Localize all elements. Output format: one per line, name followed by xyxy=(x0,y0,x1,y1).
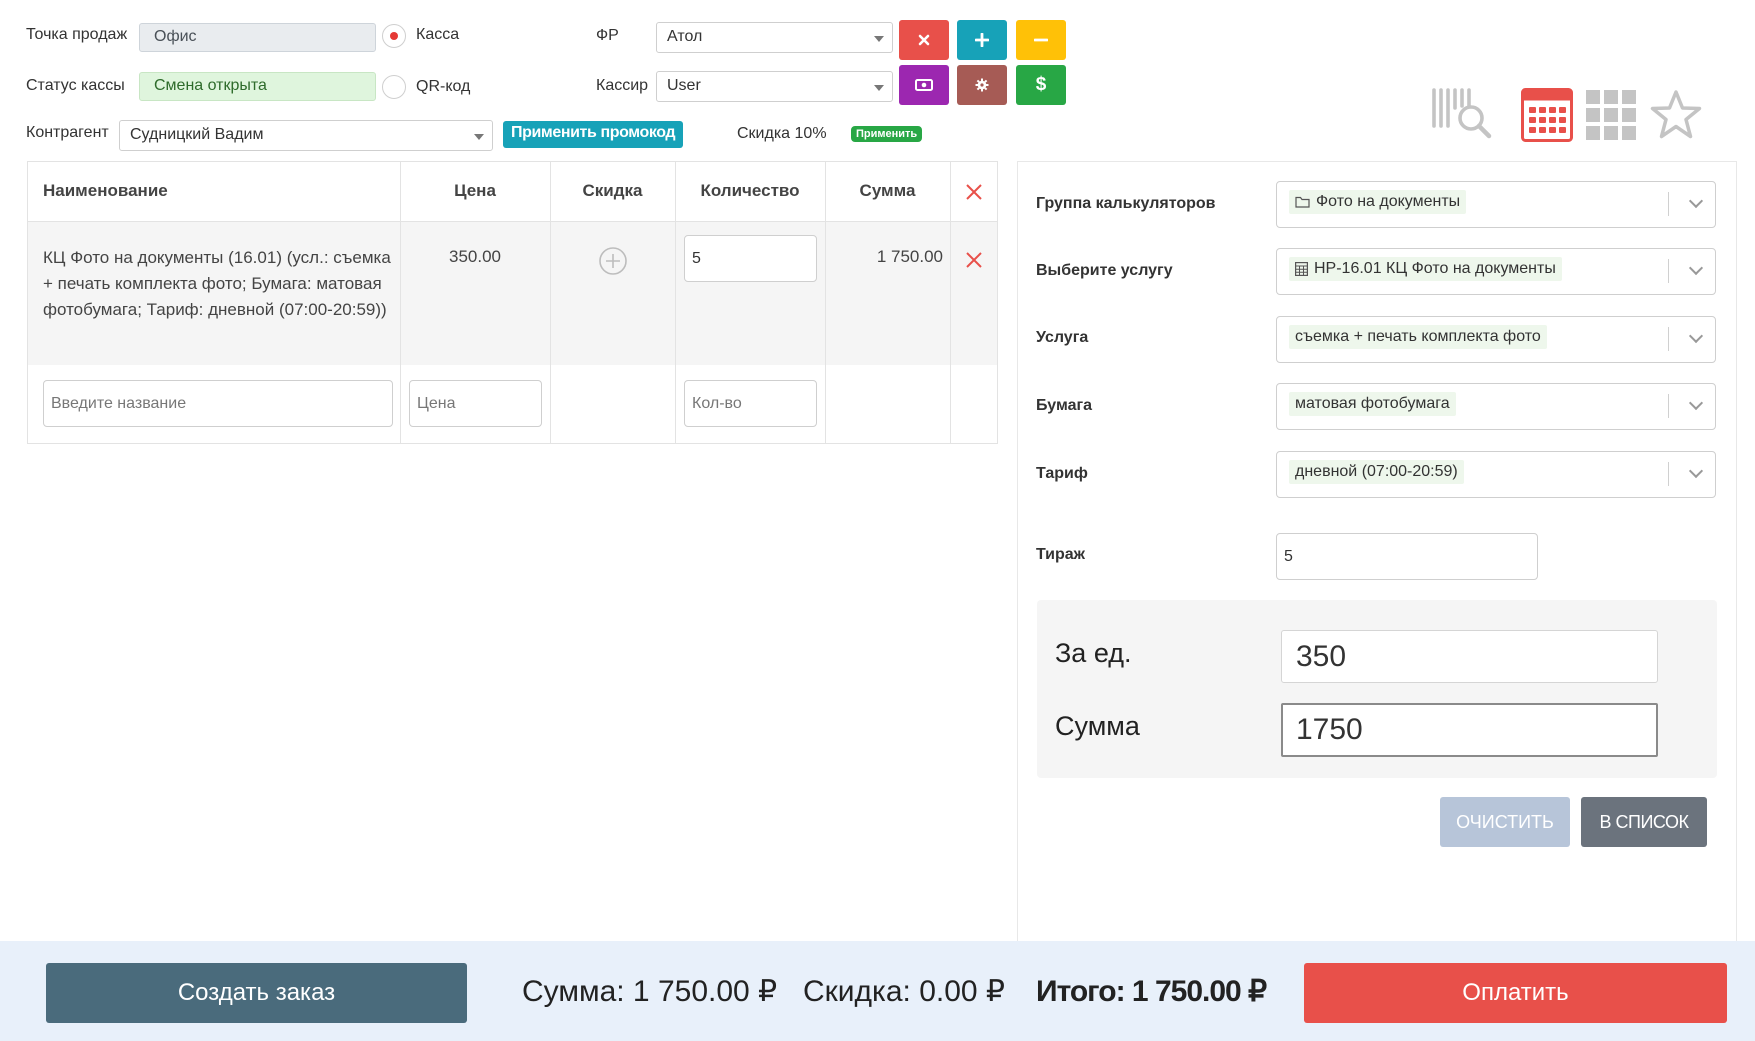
radio-cash-label: Касса xyxy=(416,26,460,43)
counterparty-select[interactable]: Судницкий Вадим xyxy=(119,120,493,151)
remove-button[interactable] xyxy=(1016,20,1066,60)
row-quantity-input[interactable]: 5 xyxy=(684,235,817,282)
group-value: Фото на документы xyxy=(1316,193,1461,210)
total-sum-value: 1750 xyxy=(1281,703,1658,757)
add-to-list-button[interactable]: В СПИСОК xyxy=(1581,797,1707,847)
calculator-icon[interactable] xyxy=(1521,88,1573,142)
chevron-down-icon xyxy=(874,85,884,91)
fr-select-value: Атол xyxy=(667,28,703,45)
apply-discount-badge[interactable]: Применить xyxy=(851,126,923,142)
total-sum-label: Сумма xyxy=(1055,711,1140,741)
per-unit-label: За ед. xyxy=(1055,638,1132,668)
header-sum: Сумма xyxy=(859,181,916,200)
row-item-price: 350.00 xyxy=(449,247,501,266)
counterparty-label: Контрагент xyxy=(26,124,109,141)
service-chip: НР-16.01 КЦ Фото на документы xyxy=(1289,257,1562,281)
cashier-select-value: User xyxy=(667,77,701,94)
group-select[interactable]: Фото на документы xyxy=(1276,181,1716,228)
payment-button[interactable]: $ xyxy=(1016,65,1066,105)
calculator-small-icon xyxy=(1295,262,1308,276)
new-item-price-input[interactable]: Цена xyxy=(409,380,542,427)
header-name: Наименование xyxy=(43,181,168,200)
apply-promo-button[interactable]: Применить промокод xyxy=(503,121,684,148)
close-fr-button[interactable] xyxy=(899,20,949,60)
fr-label: ФР xyxy=(596,27,619,44)
radio-cash[interactable] xyxy=(382,24,406,48)
clear-button[interactable]: ОЧИСТИТЬ xyxy=(1440,797,1570,847)
circulation-label: Тираж xyxy=(1036,546,1086,563)
paper-chip: матовая фотобумага xyxy=(1289,392,1456,416)
minus-icon xyxy=(1034,38,1048,42)
tariff-label: Тариф xyxy=(1036,465,1088,482)
plus-icon xyxy=(975,33,989,47)
discount-text: Скидка 10% xyxy=(737,125,827,142)
counterparty-select-value: Судницкий Вадим xyxy=(130,126,264,143)
footer-sum: Сумма: 1 750.00 ₽ xyxy=(522,975,778,1008)
usluga-value: съемка + печать комплекта фото xyxy=(1295,328,1541,345)
pay-button[interactable]: Оплатить xyxy=(1304,963,1727,1023)
usluga-chip: съемка + печать комплекта фото xyxy=(1289,325,1547,349)
cash-status-badge: Смена открыта xyxy=(139,72,376,101)
cashier-label: Кассир xyxy=(596,77,649,94)
cash-status-label: Статус кассы xyxy=(26,77,125,94)
header-discount: Скидка xyxy=(582,181,643,200)
tariff-select[interactable]: дневной (07:00-20:59) xyxy=(1276,451,1716,498)
add-discount-icon[interactable] xyxy=(598,246,628,276)
chevron-down-icon xyxy=(874,36,884,42)
chevron-down-icon xyxy=(1688,260,1704,276)
star-icon[interactable] xyxy=(1649,89,1703,141)
money-icon xyxy=(915,79,933,91)
point-of-sale-label: Точка продаж xyxy=(26,26,128,43)
barcode-search-icon[interactable] xyxy=(1431,86,1497,144)
chevron-down-icon xyxy=(1688,328,1704,344)
footer-discount: Скидка: 0.00 ₽ xyxy=(803,975,1006,1008)
close-icon xyxy=(918,34,930,46)
new-item-name-input[interactable]: Введите название xyxy=(43,380,393,427)
service-select[interactable]: НР-16.01 КЦ Фото на документы xyxy=(1276,248,1716,295)
circulation-input[interactable]: 5 xyxy=(1276,533,1538,580)
radio-qr-label: QR-код xyxy=(416,78,471,95)
service-value: НР-16.01 КЦ Фото на документы xyxy=(1314,260,1556,277)
chevron-down-icon xyxy=(1688,193,1704,209)
point-of-sale-field: Офис xyxy=(139,23,376,52)
paper-value: матовая фотобумага xyxy=(1295,395,1450,412)
delete-row-icon[interactable] xyxy=(965,251,983,269)
group-label: Группа калькуляторов xyxy=(1036,195,1216,212)
paper-select[interactable]: матовая фотобумага xyxy=(1276,383,1716,430)
cashier-select[interactable]: User xyxy=(656,71,893,102)
chevron-down-icon xyxy=(474,134,484,140)
usluga-label: Услуга xyxy=(1036,329,1089,346)
row-item-name: КЦ Фото на документы (16.01) (усл.: съем… xyxy=(43,248,391,319)
dollar-icon: $ xyxy=(1035,74,1047,95)
new-item-qty-input[interactable]: Кол-во xyxy=(684,380,817,427)
footer-total: Итого: 1 750.00 ₽ xyxy=(1036,975,1267,1008)
add-button[interactable] xyxy=(957,20,1007,60)
fr-select[interactable]: Атол xyxy=(656,22,893,53)
service-label: Выберите услугу xyxy=(1036,262,1173,279)
per-unit-value: 350 xyxy=(1281,630,1658,683)
radio-qr[interactable] xyxy=(382,75,406,99)
header-price: Цена xyxy=(454,181,496,200)
settings-button[interactable] xyxy=(957,65,1007,105)
grid-icon[interactable] xyxy=(1586,90,1638,140)
chevron-down-icon xyxy=(1688,463,1704,479)
gear-icon xyxy=(975,78,989,92)
header-quantity: Количество xyxy=(700,181,800,200)
tariff-value: дневной (07:00-20:59) xyxy=(1295,463,1458,480)
cash-in-button[interactable] xyxy=(899,65,949,105)
chevron-down-icon xyxy=(1688,395,1704,411)
row-item-sum: 1 750.00 xyxy=(876,247,943,266)
paper-label: Бумага xyxy=(1036,397,1093,414)
usluga-select[interactable]: съемка + печать комплекта фото xyxy=(1276,316,1716,363)
clear-all-icon[interactable] xyxy=(965,183,983,201)
create-order-button[interactable]: Создать заказ xyxy=(46,963,467,1023)
tariff-chip: дневной (07:00-20:59) xyxy=(1289,460,1464,484)
folder-icon xyxy=(1295,196,1310,208)
group-chip: Фото на документы xyxy=(1289,190,1467,214)
